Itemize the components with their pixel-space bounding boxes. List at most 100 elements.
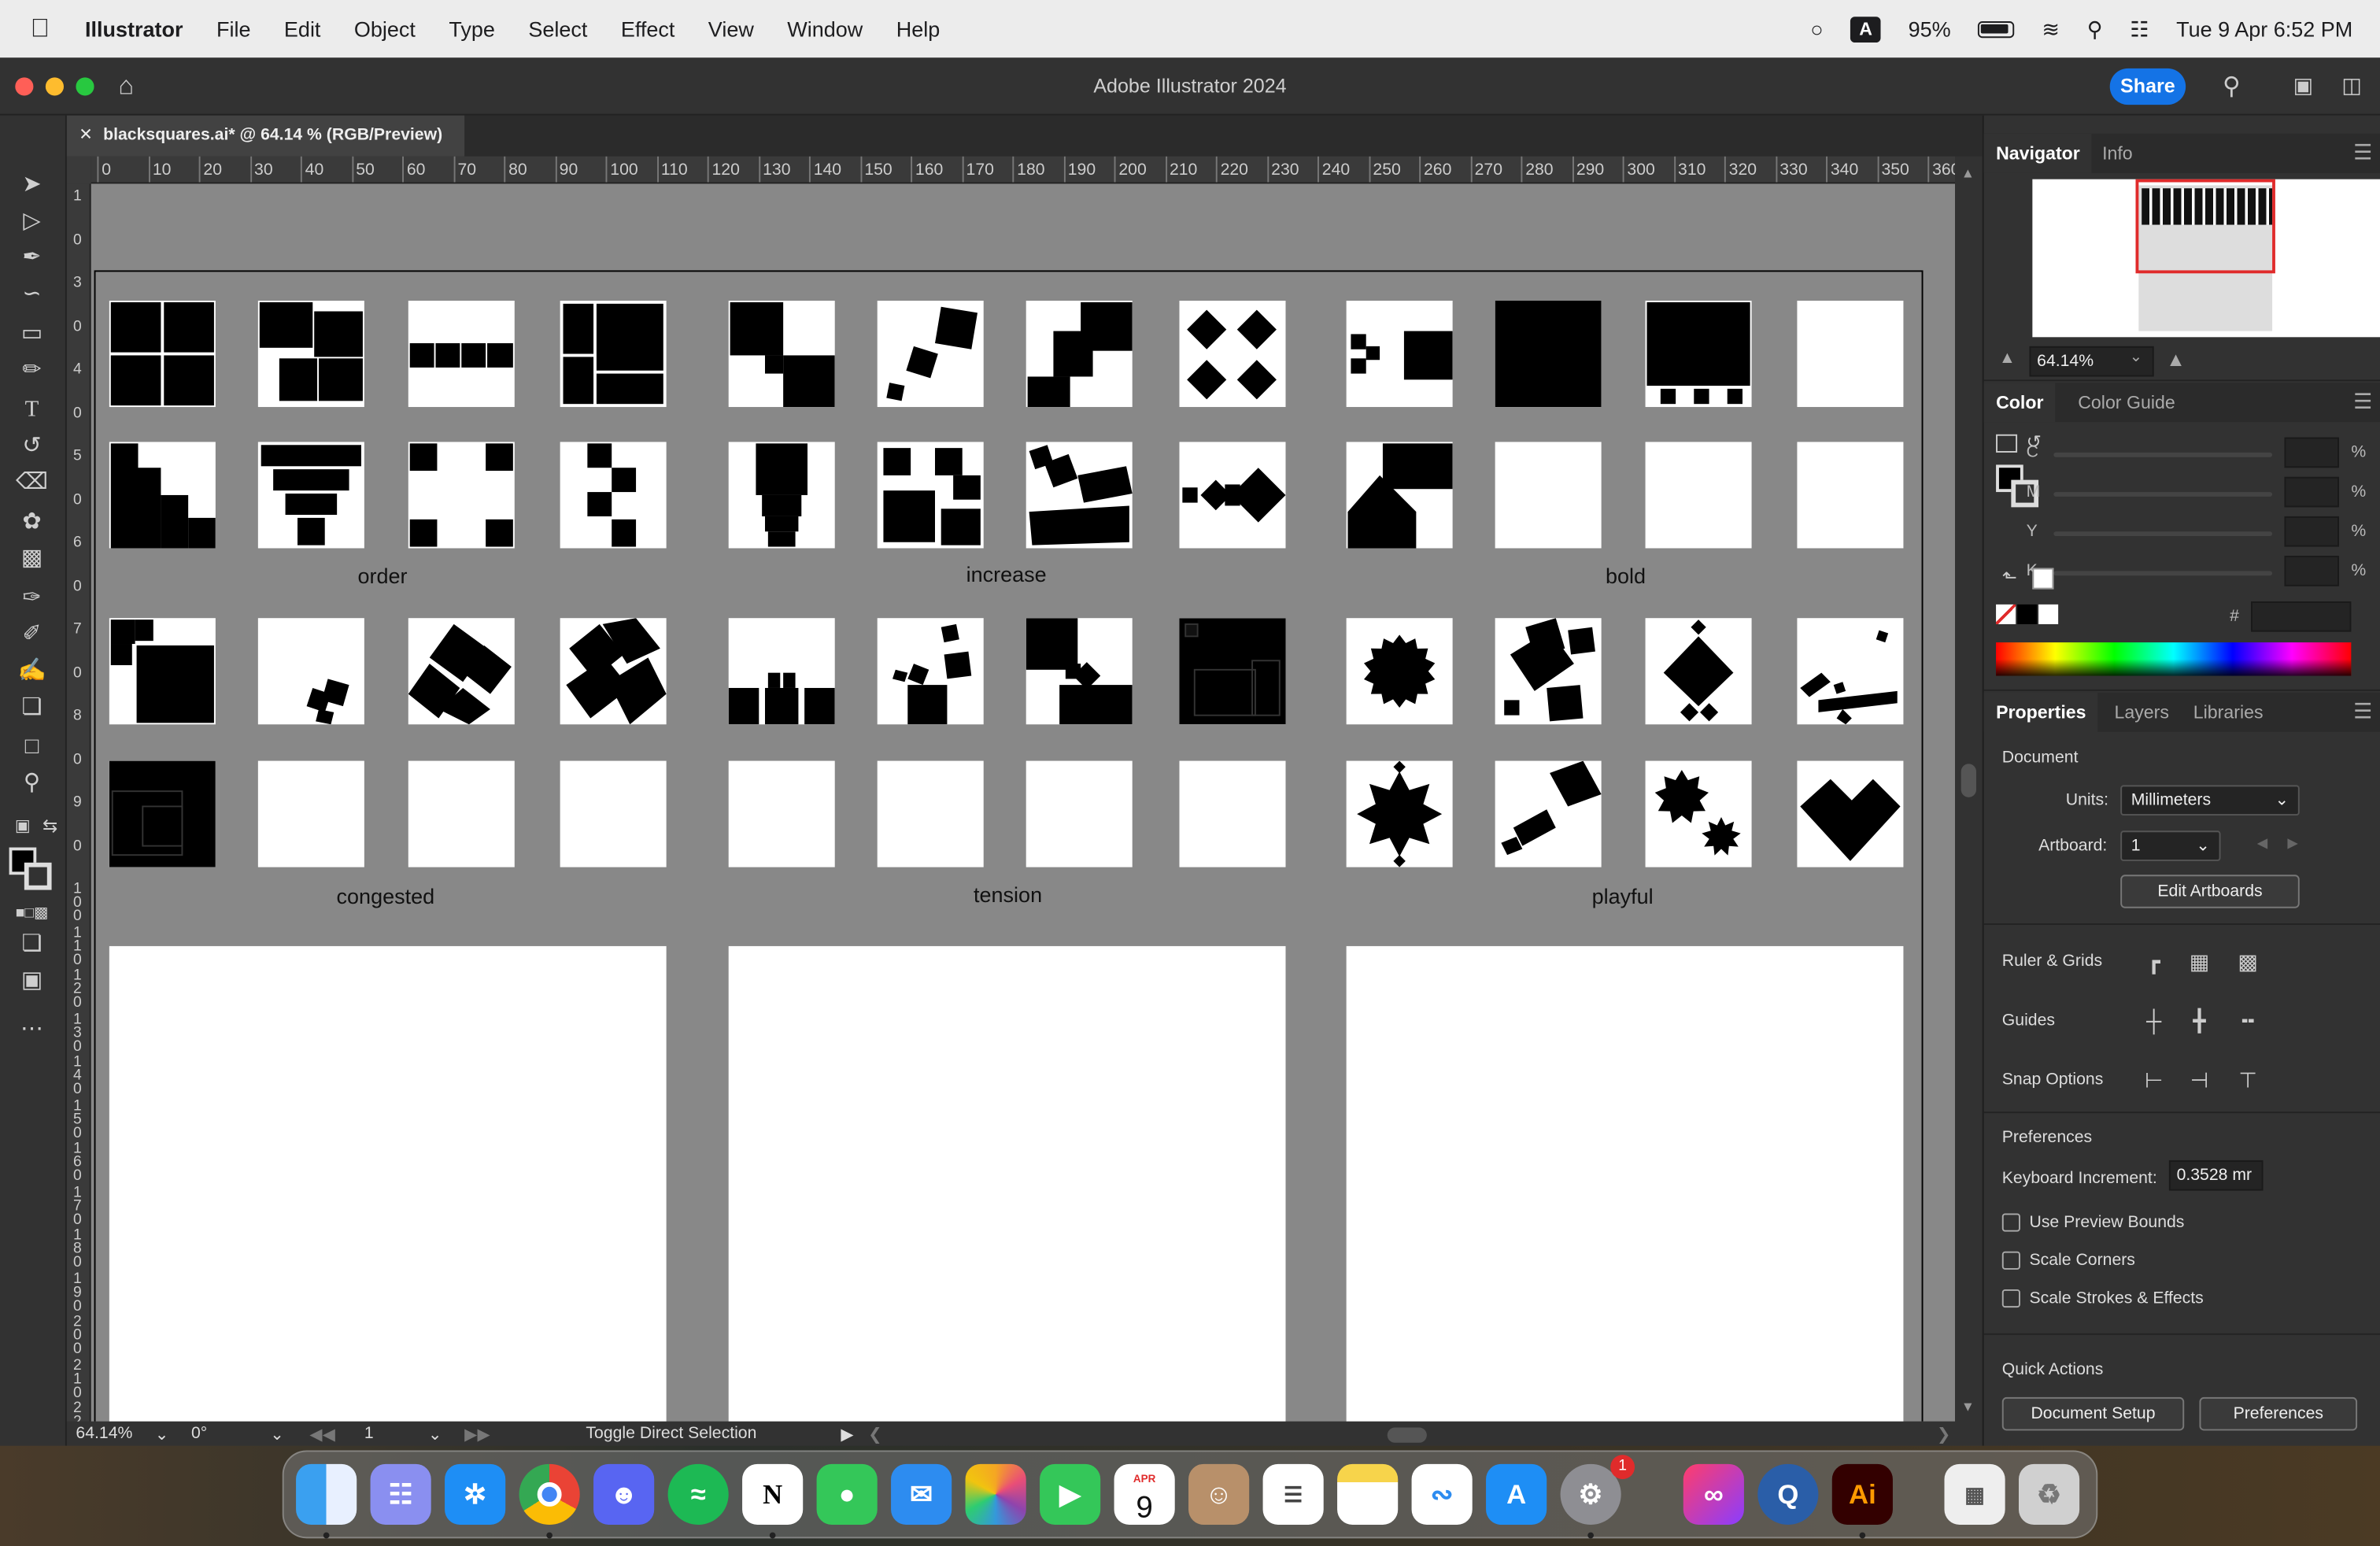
artboard-canvas[interactable]: order increase bold congested tension pl… bbox=[91, 183, 1955, 1422]
tab-layers[interactable]: Layers bbox=[2114, 693, 2168, 732]
rectangle-tool-icon[interactable]: ▭ bbox=[15, 319, 48, 350]
tab-navigator[interactable]: Navigator bbox=[1983, 133, 2093, 173]
square-thumbnail[interactable] bbox=[1179, 760, 1286, 867]
snap-to-point-icon[interactable]: ⊢ bbox=[2138, 1064, 2169, 1095]
square-thumbnail[interactable] bbox=[1026, 760, 1133, 867]
artboard-blank-2[interactable] bbox=[728, 945, 1286, 1422]
label-increase[interactable]: increase bbox=[855, 562, 1159, 586]
black-swatch[interactable] bbox=[2017, 604, 2038, 624]
dock-chrome-icon[interactable] bbox=[519, 1463, 580, 1525]
preferences-button[interactable]: Preferences bbox=[2199, 1396, 2358, 1431]
snap-to-pixel-icon[interactable]: ⊣ bbox=[2184, 1064, 2215, 1095]
navigator-zoom-dropdown-icon[interactable]: ⌄ bbox=[2130, 350, 2142, 366]
artboard-dropdown-icon[interactable]: ⌄ bbox=[428, 1425, 442, 1444]
square-thumbnail[interactable] bbox=[109, 618, 216, 725]
dock-notion-icon[interactable]: N bbox=[742, 1463, 804, 1525]
color-mode-icon[interactable]: ■□▩ bbox=[15, 899, 49, 930]
none-swatch[interactable] bbox=[1996, 604, 2016, 624]
color-menu-icon[interactable]: ☰ bbox=[2353, 389, 2372, 415]
paintbrush-tool-icon[interactable]: ✏ bbox=[15, 355, 48, 386]
menu-select[interactable]: Select bbox=[528, 17, 587, 41]
navigator-preview[interactable] bbox=[2032, 179, 2380, 338]
creative-cloud-status-icon[interactable]: ○ bbox=[1810, 17, 1823, 41]
scale-strokes-checkbox[interactable] bbox=[2001, 1289, 2020, 1308]
dock-mail-icon[interactable]: ✉ bbox=[891, 1463, 952, 1525]
dock-contacts-icon[interactable]: ☺ bbox=[1188, 1463, 1250, 1525]
dock-notes-icon[interactable] bbox=[1337, 1463, 1399, 1525]
type-tool-icon[interactable]: T bbox=[15, 395, 48, 426]
smart-guides-icon[interactable]: ╍ bbox=[2233, 1005, 2264, 1036]
vertical-scroll-thumb[interactable] bbox=[1961, 764, 1976, 797]
label-bold[interactable]: bold bbox=[1474, 564, 1778, 588]
menu-help[interactable]: Help bbox=[896, 17, 941, 41]
workspace-switcher-icon[interactable]: ◫ bbox=[2341, 73, 2362, 99]
dock-reminders-icon[interactable]: ☰ bbox=[1262, 1463, 1324, 1525]
channel-k-slider[interactable] bbox=[2053, 571, 2273, 576]
square-thumbnail[interactable] bbox=[1026, 618, 1133, 725]
square-thumbnail[interactable] bbox=[877, 300, 984, 408]
square-thumbnail[interactable] bbox=[1797, 442, 1904, 549]
dock-finder-icon[interactable] bbox=[296, 1463, 357, 1525]
units-select[interactable]: Millimeters ⌄ bbox=[2120, 785, 2300, 816]
hex-field[interactable] bbox=[2251, 601, 2352, 632]
artboard-number-field[interactable]: 1 bbox=[364, 1425, 374, 1443]
navigator-view-box[interactable] bbox=[2135, 179, 2275, 274]
square-thumbnail[interactable] bbox=[1645, 618, 1752, 725]
square-thumbnail[interactable] bbox=[408, 300, 515, 408]
square-thumbnail[interactable] bbox=[560, 760, 667, 867]
dock-spotify-icon[interactable]: ≈ bbox=[667, 1463, 729, 1525]
scale-corners-checkbox[interactable] bbox=[2001, 1251, 2020, 1270]
dock-messages-icon[interactable]: ● bbox=[816, 1463, 878, 1525]
square-thumbnail[interactable] bbox=[109, 300, 216, 408]
square-thumbnail[interactable] bbox=[1495, 300, 1602, 408]
square-thumbnail[interactable] bbox=[877, 442, 984, 549]
wifi-icon[interactable]: ≋ bbox=[2042, 16, 2060, 42]
rulers-icon[interactable]: ┏ bbox=[2138, 946, 2169, 977]
arrange-documents-icon[interactable]: ▣ bbox=[2293, 73, 2314, 99]
next-artboard-icon[interactable]: ▶ bbox=[2287, 835, 2297, 852]
close-tab-icon[interactable]: ✕ bbox=[79, 116, 93, 157]
channel-y-field[interactable] bbox=[2284, 516, 2339, 547]
square-thumbnail[interactable] bbox=[109, 442, 216, 549]
swap-colors-icon[interactable]: ⇆ bbox=[33, 811, 66, 841]
dock-trash-icon[interactable]: ♻ bbox=[2018, 1463, 2080, 1525]
square-thumbnail[interactable] bbox=[1346, 442, 1453, 549]
canvas-vertical-scrollbar[interactable]: ▲ ▼ bbox=[1954, 156, 1983, 1422]
scroll-right-icon[interactable]: ❯ bbox=[1937, 1425, 1951, 1444]
search-icon[interactable]: ⚲ bbox=[2223, 72, 2241, 102]
direct-selection-tool-icon[interactable]: ▷ bbox=[15, 206, 48, 237]
tab-info[interactable]: Info bbox=[2102, 134, 2133, 173]
square-thumbnail[interactable] bbox=[1495, 442, 1602, 549]
square-thumbnail[interactable] bbox=[877, 760, 984, 867]
document-tab[interactable]: ✕ blacksquares.ai* @ 64.14 % (RGB/Previe… bbox=[66, 115, 465, 157]
snap-to-glyph-icon[interactable]: ⊤ bbox=[2233, 1064, 2264, 1095]
current-tool-status[interactable]: Toggle Direct Selection bbox=[586, 1425, 756, 1443]
menu-app[interactable]: Illustrator bbox=[85, 17, 183, 41]
tab-libraries[interactable]: Libraries bbox=[2193, 693, 2264, 732]
channel-c-slider[interactable] bbox=[2053, 452, 2273, 457]
edit-artboards-button[interactable]: Edit Artboards bbox=[2120, 875, 2300, 908]
lock-guides-icon[interactable]: ╋ bbox=[2184, 1005, 2215, 1036]
share-button[interactable]: Share bbox=[2109, 68, 2186, 105]
show-guides-icon[interactable]: ┼ bbox=[2138, 1005, 2169, 1036]
last-artboard-icon[interactable]: ▶▶ bbox=[464, 1425, 490, 1444]
square-thumbnail[interactable] bbox=[1495, 618, 1602, 725]
menu-view[interactable]: View bbox=[708, 17, 754, 41]
gradient-tool-icon[interactable]: ▩ bbox=[15, 544, 48, 575]
square-thumbnail[interactable] bbox=[408, 442, 515, 549]
vertical-ruler[interactable]: 1 0 3 0 4 0 5 0 6 0 7 0 8 0 9 0 100 110 120 130 140 150 160 170… bbox=[66, 183, 91, 1422]
default-fill-stroke-icon[interactable] bbox=[1996, 434, 2018, 453]
channel-c-field[interactable] bbox=[2284, 437, 2339, 468]
square-thumbnail[interactable] bbox=[1346, 760, 1453, 867]
square-thumbnail[interactable] bbox=[560, 442, 667, 549]
square-thumbnail[interactable] bbox=[257, 618, 364, 725]
menu-edit[interactable]: Edit bbox=[284, 17, 321, 41]
label-tension[interactable]: tension bbox=[856, 882, 1160, 907]
menubar-clock[interactable]: Tue 9 Apr 6:52 PM bbox=[2176, 17, 2352, 41]
color-spectrum[interactable] bbox=[1996, 642, 2352, 676]
square-thumbnail[interactable] bbox=[1179, 442, 1286, 549]
square-thumbnail[interactable] bbox=[109, 760, 216, 867]
dock-photos-icon[interactable] bbox=[965, 1463, 1026, 1525]
input-source-icon[interactable]: A bbox=[1850, 16, 1881, 43]
draw-mode-icon[interactable]: ❏ bbox=[15, 930, 48, 960]
